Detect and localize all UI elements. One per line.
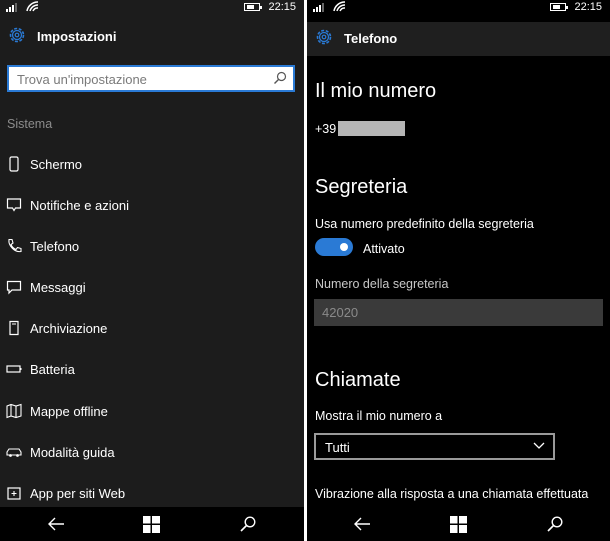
phone-screen-icon	[9, 156, 19, 172]
status-bar: 22:15	[307, 0, 610, 14]
windows-icon[interactable]	[450, 516, 467, 533]
wifi-icon	[333, 1, 346, 12]
voicemail-heading: Segreteria	[315, 176, 408, 198]
back-arrow-icon[interactable]	[47, 516, 65, 532]
sidebar-item-notifiche[interactable]: Notifiche e azioni	[0, 188, 304, 224]
battery-status-icon	[550, 3, 568, 11]
nav-bar	[307, 507, 610, 541]
battery-icon	[6, 365, 22, 373]
settings-screen: 22:15 Impostazioni Sistema Schermo Notif…	[0, 0, 304, 541]
sidebar-item-mappe[interactable]: Mappe offline	[0, 394, 304, 430]
search-icon[interactable]	[240, 516, 256, 532]
calls-heading: Chiamate	[315, 369, 401, 391]
search-box[interactable]	[7, 65, 295, 92]
menu-item-label: Messaggi	[30, 280, 86, 295]
status-bar: 22:15	[0, 0, 304, 14]
sidebar-item-batteria[interactable]: Batteria	[0, 352, 304, 388]
sidebar-item-messaggi[interactable]: Messaggi	[0, 270, 304, 306]
signal-icon	[6, 3, 17, 12]
menu-item-label: App per siti Web	[30, 486, 126, 501]
message-icon	[6, 280, 22, 295]
signal-icon	[313, 3, 324, 12]
menu-item-label: Notifiche e azioni	[30, 198, 129, 213]
toggle-state-label: Attivato	[363, 242, 405, 256]
wifi-icon	[26, 1, 39, 12]
phone-icon	[8, 238, 22, 253]
menu-item-label: Batteria	[30, 362, 75, 377]
redacted-number	[338, 121, 405, 136]
toggle-knob	[340, 243, 348, 251]
chevron-down-icon	[533, 442, 545, 449]
gear-icon	[9, 27, 25, 43]
vibration-label: Vibrazione alla risposta a una chiamata …	[315, 487, 589, 501]
map-icon	[6, 403, 22, 419]
sidebar-item-schermo[interactable]: Schermo	[0, 147, 304, 183]
back-arrow-icon[interactable]	[353, 516, 371, 532]
default-voicemail-toggle[interactable]	[315, 238, 353, 256]
battery-status-icon	[244, 3, 262, 11]
page-title: Impostazioni	[37, 29, 117, 44]
menu-item-label: Telefono	[30, 239, 80, 254]
menu-item-label: Archiviazione	[30, 321, 108, 336]
nav-bar	[0, 507, 304, 541]
search-icon[interactable]	[273, 71, 287, 85]
menu-item-label: Mappe offline	[30, 404, 108, 419]
gear-icon	[316, 29, 332, 45]
storage-icon	[9, 320, 19, 336]
car-icon	[6, 448, 22, 457]
menu-item-label: Modalità guida	[30, 445, 115, 460]
clock: 22:15	[268, 1, 296, 13]
sidebar-item-archiviazione[interactable]: Archiviazione	[0, 311, 304, 347]
notification-icon	[6, 198, 22, 212]
default-voicemail-label: Usa numero predefinito della segreteria	[315, 217, 534, 231]
section-header: Sistema	[7, 117, 53, 131]
show-number-label: Mostra il mio numero a	[315, 409, 443, 423]
search-icon[interactable]	[547, 516, 563, 532]
search-input[interactable]	[17, 71, 267, 87]
page-title: Telefono	[344, 31, 398, 46]
clock: 22:15	[574, 1, 602, 13]
phone-settings-screen: 22:15 Telefono Il mio numero +39 Segrete…	[307, 0, 610, 541]
my-number-heading: Il mio numero	[315, 80, 437, 102]
menu-item-label: Schermo	[30, 157, 83, 172]
show-number-select[interactable]: Tutti	[314, 433, 555, 460]
windows-icon[interactable]	[143, 516, 160, 533]
title-bar: Telefono	[307, 22, 610, 56]
web-app-icon	[7, 487, 21, 500]
voicemail-number-label: Numero della segreteria	[315, 277, 449, 291]
sidebar-item-telefono[interactable]: Telefono	[0, 229, 304, 265]
title-bar: Impostazioni	[0, 24, 304, 52]
sidebar-item-modalita-guida[interactable]: Modalità guida	[0, 435, 304, 471]
voicemail-number-input[interactable]	[322, 305, 592, 320]
show-number-value: Tutti	[325, 440, 350, 455]
my-number-value: +39	[315, 122, 337, 136]
voicemail-number-field[interactable]	[314, 299, 603, 326]
